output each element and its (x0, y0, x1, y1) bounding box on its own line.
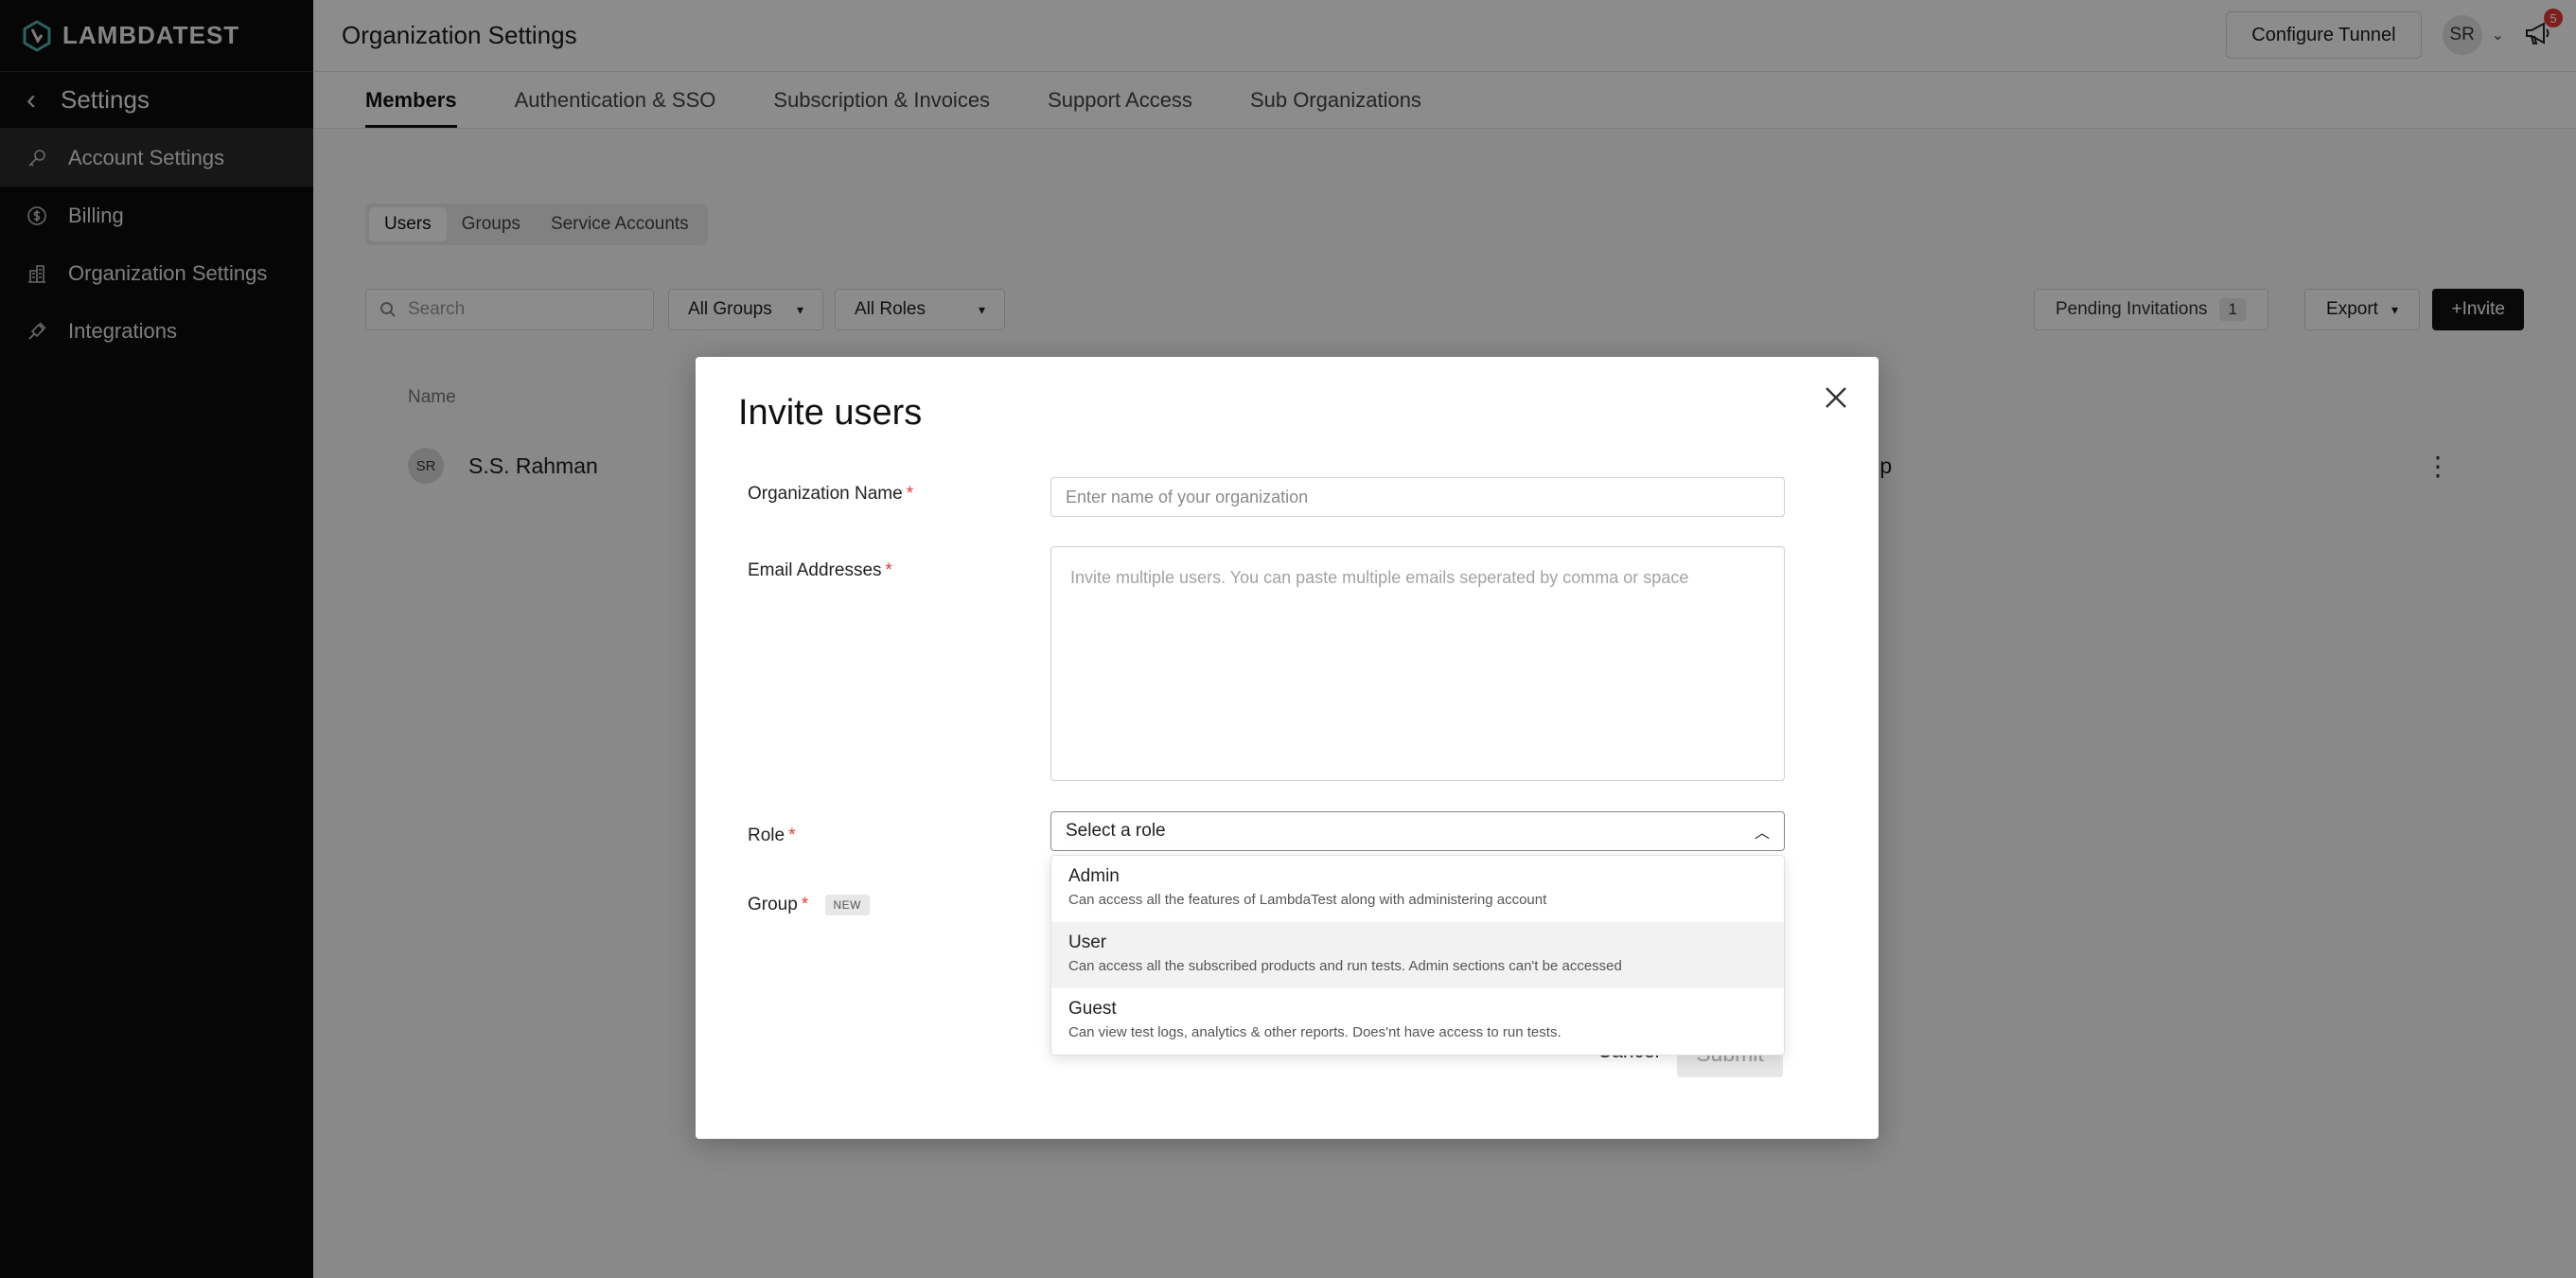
new-badge: NEW (824, 895, 870, 915)
role-option-desc: Can access all the features of LambdaTes… (1068, 892, 1547, 908)
organization-name-input[interactable] (1050, 477, 1785, 517)
role-select-value: Select a role (1066, 821, 1166, 841)
group-label: Group * NEW (748, 895, 870, 915)
invite-users-modal: Invite users Organization Name* Email Ad… (696, 357, 1879, 1139)
email-addresses-label-text: Email Addresses (748, 560, 882, 580)
role-select[interactable]: Select a role ︿ (1050, 811, 1785, 851)
required-mark: * (788, 825, 796, 845)
required-mark: * (906, 484, 914, 504)
email-addresses-field[interactable] (1050, 546, 1785, 781)
role-option-title: Guest (1068, 999, 1117, 1019)
close-icon[interactable] (1822, 383, 1850, 412)
required-mark: * (885, 560, 892, 580)
role-label-text: Role (748, 825, 785, 845)
email-addresses-label: Email Addresses * (748, 560, 892, 581)
role-option-user[interactable]: User Can access all the subscribed produ… (1051, 922, 1784, 988)
modal-title: Invite users (738, 393, 923, 433)
organization-name-label-text: Organization Name (748, 484, 903, 504)
group-label-text: Group (748, 895, 798, 915)
chevron-up-icon: ︿ (1754, 825, 1770, 842)
role-option-title: Admin (1068, 866, 1120, 886)
organization-name-label: Organization Name * (748, 484, 913, 505)
role-option-admin[interactable]: Admin Can access all the features of Lam… (1051, 856, 1784, 922)
role-option-desc: Can access all the subscribed products a… (1068, 958, 1622, 974)
role-label: Role * (748, 825, 795, 846)
role-option-desc: Can view test logs, analytics & other re… (1068, 1024, 1561, 1040)
role-option-title: User (1068, 932, 1107, 952)
role-options-list: Admin Can access all the features of Lam… (1050, 855, 1785, 1056)
role-option-guest[interactable]: Guest Can view test logs, analytics & ot… (1051, 988, 1784, 1055)
required-mark: * (801, 895, 809, 915)
